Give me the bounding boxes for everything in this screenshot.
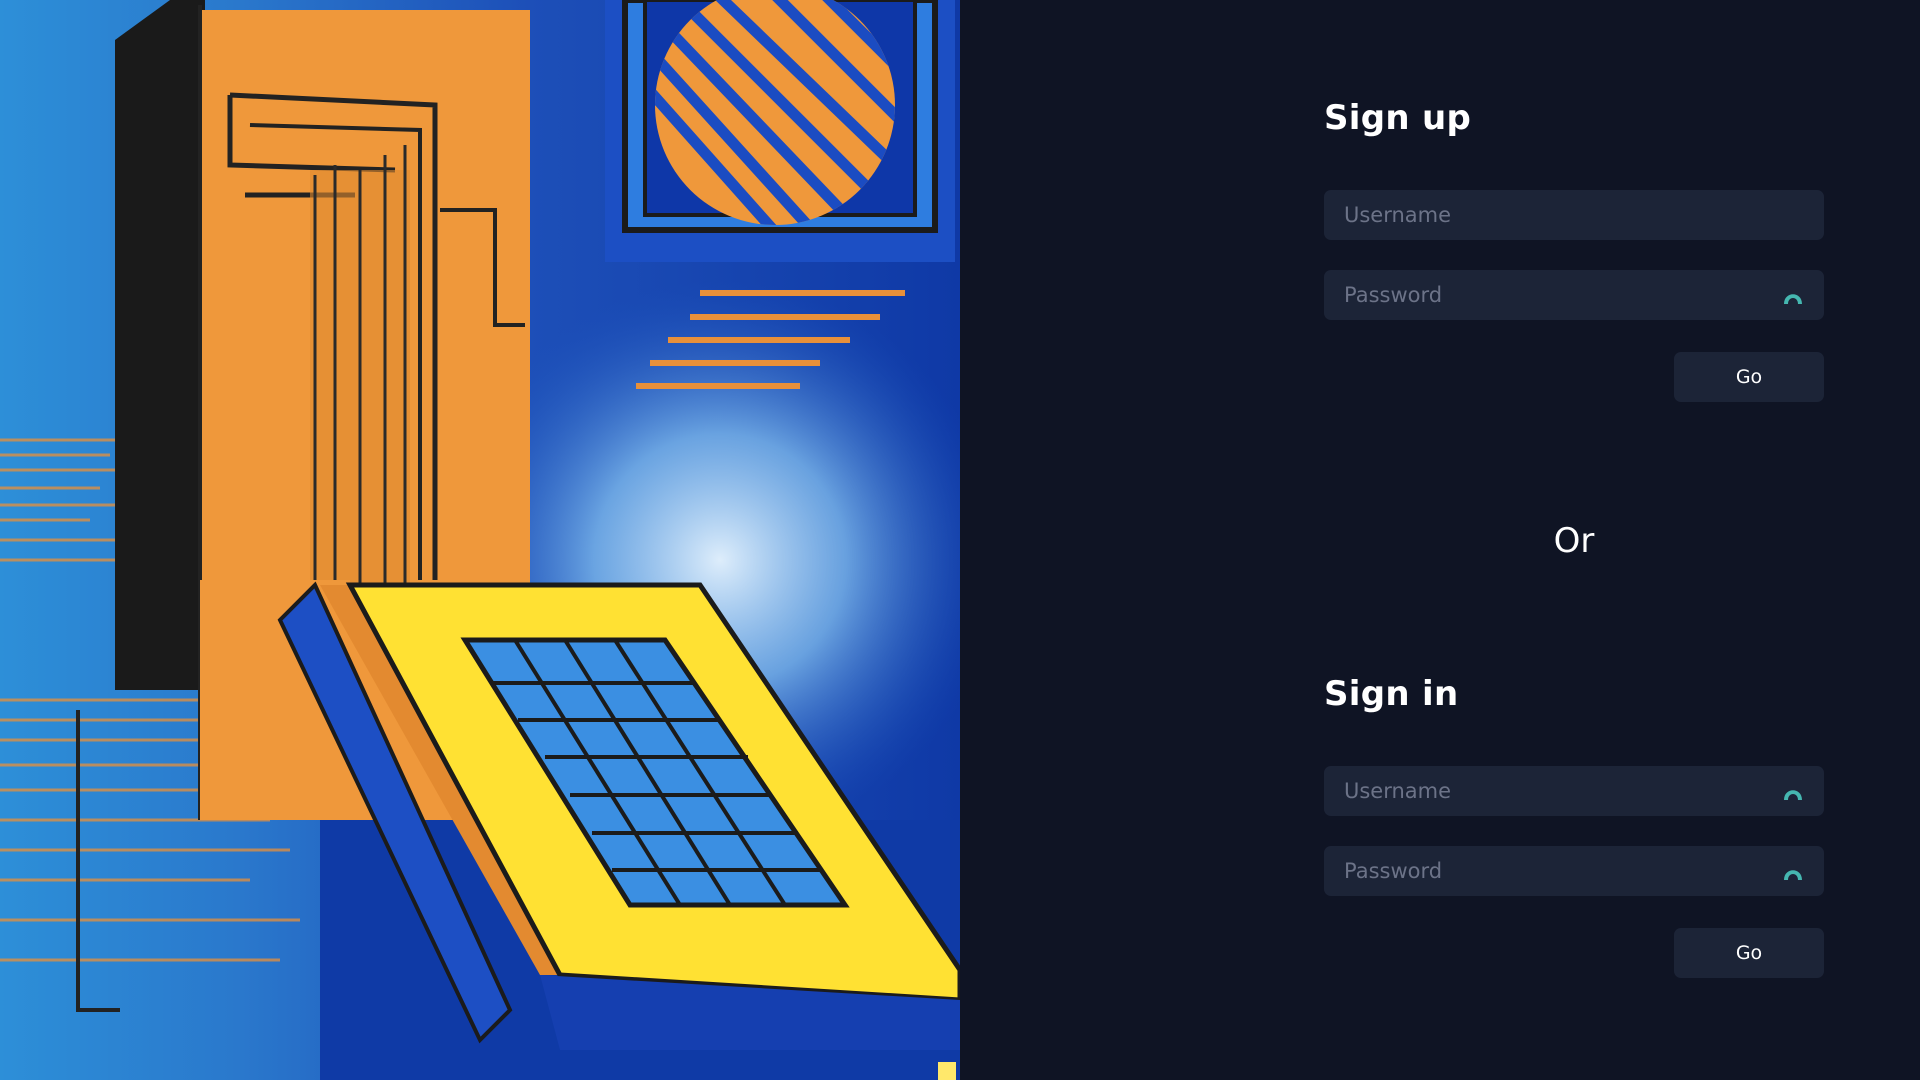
- signin-password-field[interactable]: [1324, 846, 1824, 896]
- signin-username-field[interactable]: [1324, 766, 1824, 816]
- signup-password-field[interactable]: [1324, 270, 1824, 320]
- signup-username-input[interactable]: [1324, 190, 1824, 240]
- abstract-artwork: [0, 0, 960, 1080]
- signup-username-field[interactable]: [1324, 190, 1824, 240]
- signup-go-button[interactable]: Go: [1674, 352, 1824, 402]
- signin-username-input[interactable]: [1324, 766, 1824, 816]
- eye-icon[interactable]: [1782, 781, 1804, 801]
- signin-password-input[interactable]: [1324, 846, 1824, 896]
- eye-icon[interactable]: [1782, 285, 1804, 305]
- signup-form: Sign up Go: [1324, 92, 1824, 402]
- signup-title: Sign up: [1324, 98, 1472, 138]
- hero-illustration: [0, 0, 960, 1080]
- signup-password-input[interactable]: [1324, 270, 1824, 320]
- auth-panel: Sign up Go Or Sign in Go: [960, 0, 1920, 1080]
- or-divider: Or: [1553, 521, 1595, 561]
- eye-icon[interactable]: [1782, 861, 1804, 881]
- signin-title: Sign in: [1324, 674, 1459, 714]
- signin-go-button[interactable]: Go: [1674, 928, 1824, 978]
- signin-form: Sign in Go: [1324, 668, 1824, 978]
